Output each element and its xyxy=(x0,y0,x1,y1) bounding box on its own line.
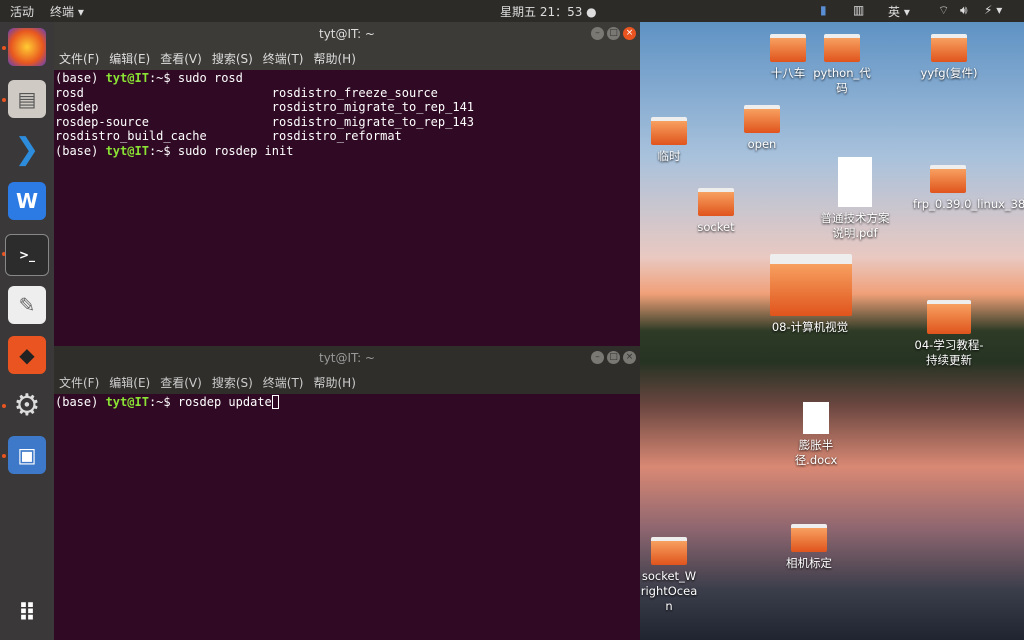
desktop-folder[interactable]: yyfg(复件) xyxy=(904,34,994,81)
wps-icon[interactable]: W xyxy=(8,182,46,220)
wifi-icon[interactable]: ⌔ xyxy=(938,3,949,18)
top-bar: 活动 终端 ▾ 星期五 21：53 ● ▮ ▥ 英 ▾ ⌔ 🔊︎ ⚡ ▾ xyxy=(0,0,1024,22)
pdf-icon xyxy=(838,157,872,207)
desktop: 十八车 python_代码 yyfg(复件) 临时 open socket 普通… xyxy=(640,22,1024,640)
folder-icon xyxy=(791,524,827,552)
folder-icon xyxy=(931,34,967,62)
desktop-folder[interactable]: 十八车 xyxy=(763,34,813,81)
menu-file[interactable]: 文件(F) xyxy=(59,50,99,67)
menu-help[interactable]: 帮助(H) xyxy=(314,50,356,67)
menu-search[interactable]: 搜索(S) xyxy=(212,374,253,391)
settings-icon[interactable]: ⚙ xyxy=(8,386,46,424)
activities-button[interactable]: 活动 xyxy=(10,3,34,20)
folder-icon xyxy=(744,105,780,133)
menu-edit[interactable]: 编辑(E) xyxy=(109,50,150,67)
desktop-folder[interactable]: python_代码 xyxy=(812,34,872,96)
folder-icon xyxy=(770,34,806,62)
close-button[interactable]: × xyxy=(623,351,636,364)
dock: ▤ ❯ W >_ ✎ ◆ ⚙ ▣ ⠿ xyxy=(0,22,54,640)
folder-icon xyxy=(824,34,860,62)
minimize-button[interactable]: – xyxy=(591,27,604,40)
show-apps-icon[interactable]: ⠿ xyxy=(8,594,46,632)
menu-help[interactable]: 帮助(H) xyxy=(314,374,356,391)
menu-terminal[interactable]: 终端(T) xyxy=(263,50,304,67)
installer-icon[interactable]: ◆ xyxy=(8,336,46,374)
desktop-folder[interactable]: 08-计算机视觉 xyxy=(770,254,852,335)
desktop-folder[interactable]: socket_WrightOcean xyxy=(640,537,698,614)
terminal-window-2[interactable]: tyt@IT: ~ – □ × 文件(F) 编辑(E) 查看(V) 搜索(S) 终端(T) 帮… xyxy=(54,346,640,640)
folder-icon xyxy=(651,537,687,565)
battery-icon[interactable]: ⚡ ▾ xyxy=(984,3,1002,17)
title-bar[interactable]: tyt@IT: ~ – □ × xyxy=(54,22,640,46)
maximize-button[interactable]: □ xyxy=(607,27,620,40)
menu-file[interactable]: 文件(F) xyxy=(59,374,99,391)
completion-list: rosd rosdistro_freeze_source rosdep rosd… xyxy=(55,85,475,144)
menu-bar: 文件(F) 编辑(E) 查看(V) 搜索(S) 终端(T) 帮助(H) xyxy=(54,46,640,70)
remote-desktop-icon[interactable]: ▣ xyxy=(8,436,46,474)
menu-edit[interactable]: 编辑(E) xyxy=(109,374,150,391)
vscode-icon[interactable]: ❯ xyxy=(8,130,46,168)
maximize-button[interactable]: □ xyxy=(607,351,620,364)
files-icon[interactable]: ▤ xyxy=(8,80,46,118)
title-bar[interactable]: tyt@IT: ~ – □ × xyxy=(54,346,640,370)
terminal-icon[interactable]: >_ xyxy=(5,234,49,276)
folder-icon xyxy=(927,300,971,334)
folder-icon xyxy=(930,165,966,193)
folder-icon xyxy=(698,188,734,216)
menu-bar: 文件(F) 编辑(E) 查看(V) 搜索(S) 终端(T) 帮助(H) xyxy=(54,370,640,394)
language-indicator[interactable]: 英 ▾ xyxy=(888,3,910,20)
tray-icon[interactable]: ▮ xyxy=(820,3,827,17)
menu-search[interactable]: 搜索(S) xyxy=(212,50,253,67)
desktop-folder[interactable]: 04-学习教程-持续更新 xyxy=(914,300,984,368)
menu-view[interactable]: 查看(V) xyxy=(160,50,202,67)
desktop-folder[interactable]: open xyxy=(717,105,807,152)
app-menu[interactable]: 终端 ▾ xyxy=(50,3,84,20)
firefox-icon[interactable] xyxy=(8,28,46,66)
desktop-folder[interactable]: frp_0.39.0_linux_386 xyxy=(913,165,1024,212)
desktop-folder[interactable]: 相机标定 xyxy=(764,524,854,571)
terminal-output[interactable]: (base) tyt@IT:~$ sudo rosd rosd rosdistr… xyxy=(54,70,640,159)
cursor xyxy=(271,395,279,409)
menu-view[interactable]: 查看(V) xyxy=(160,374,202,391)
volume-icon[interactable]: 🔊︎ xyxy=(960,3,968,18)
desktop-file-docx[interactable]: 膨胀半径.docx xyxy=(788,402,844,468)
clock[interactable]: 星期五 21：53 ● xyxy=(500,3,597,20)
desktop-folder[interactable]: socket xyxy=(671,188,761,235)
folder-icon xyxy=(651,117,687,145)
word-doc-icon xyxy=(803,402,829,434)
desktop-file-pdf[interactable]: 普通技术方案说明.pdf xyxy=(815,157,895,241)
folder-icon xyxy=(770,254,852,316)
close-button[interactable]: × xyxy=(623,27,636,40)
keyboard-icon[interactable]: ▥ xyxy=(853,3,864,17)
terminal-window-1[interactable]: tyt@IT: ~ – □ × 文件(F) 编辑(E) 查看(V) 搜索(S) 终端(T) 帮… xyxy=(54,22,640,346)
minimize-button[interactable]: – xyxy=(591,351,604,364)
menu-terminal[interactable]: 终端(T) xyxy=(263,374,304,391)
text-editor-icon[interactable]: ✎ xyxy=(8,286,46,324)
terminal-input[interactable]: (base) tyt@IT:~$ rosdep update xyxy=(54,394,640,411)
